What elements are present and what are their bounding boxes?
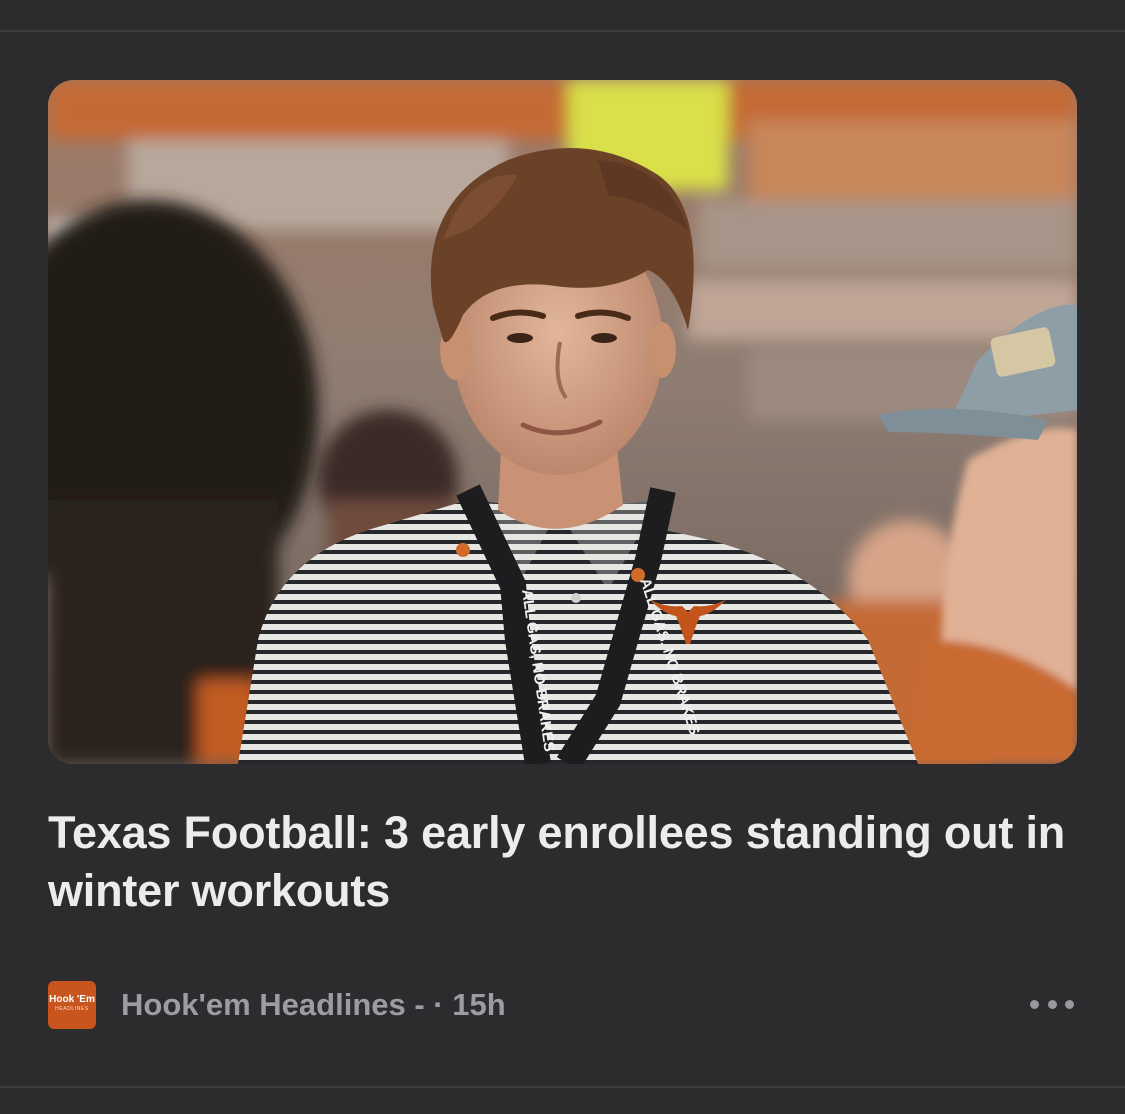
source-logo[interactable]: Hook 'Em HEADLINES — [48, 981, 96, 1029]
hero-photo: ALL GAS, NO BRAKES ALL GAS, NO BRAKES — [48, 80, 1077, 764]
article-headline[interactable]: Texas Football: 3 early enrollees standi… — [48, 804, 1078, 920]
more-options-button[interactable] — [1030, 984, 1074, 1024]
source-logo-subtitle: HEADLINES — [55, 1006, 89, 1012]
source-logo-wordmark: Hook 'Em — [49, 994, 95, 1005]
news-feed: ALL GAS, NO BRAKES ALL GAS, NO BRAKES Te… — [0, 0, 1125, 1114]
ellipsis-icon — [1047, 999, 1057, 1009]
article-hero-image[interactable]: ALL GAS, NO BRAKES ALL GAS, NO BRAKES — [48, 80, 1077, 764]
ellipsis-icon — [1065, 999, 1074, 1009]
divider — [0, 1086, 1125, 1088]
ellipsis-icon — [1030, 999, 1039, 1009]
article-card[interactable]: ALL GAS, NO BRAKES ALL GAS, NO BRAKES Te… — [0, 32, 1125, 1086]
source-name-and-time[interactable]: Hook'em Headlines - · 15h — [121, 986, 506, 1024]
article-meta: Hook 'Em HEADLINES Hook'em Headlines - ·… — [48, 980, 1078, 1030]
